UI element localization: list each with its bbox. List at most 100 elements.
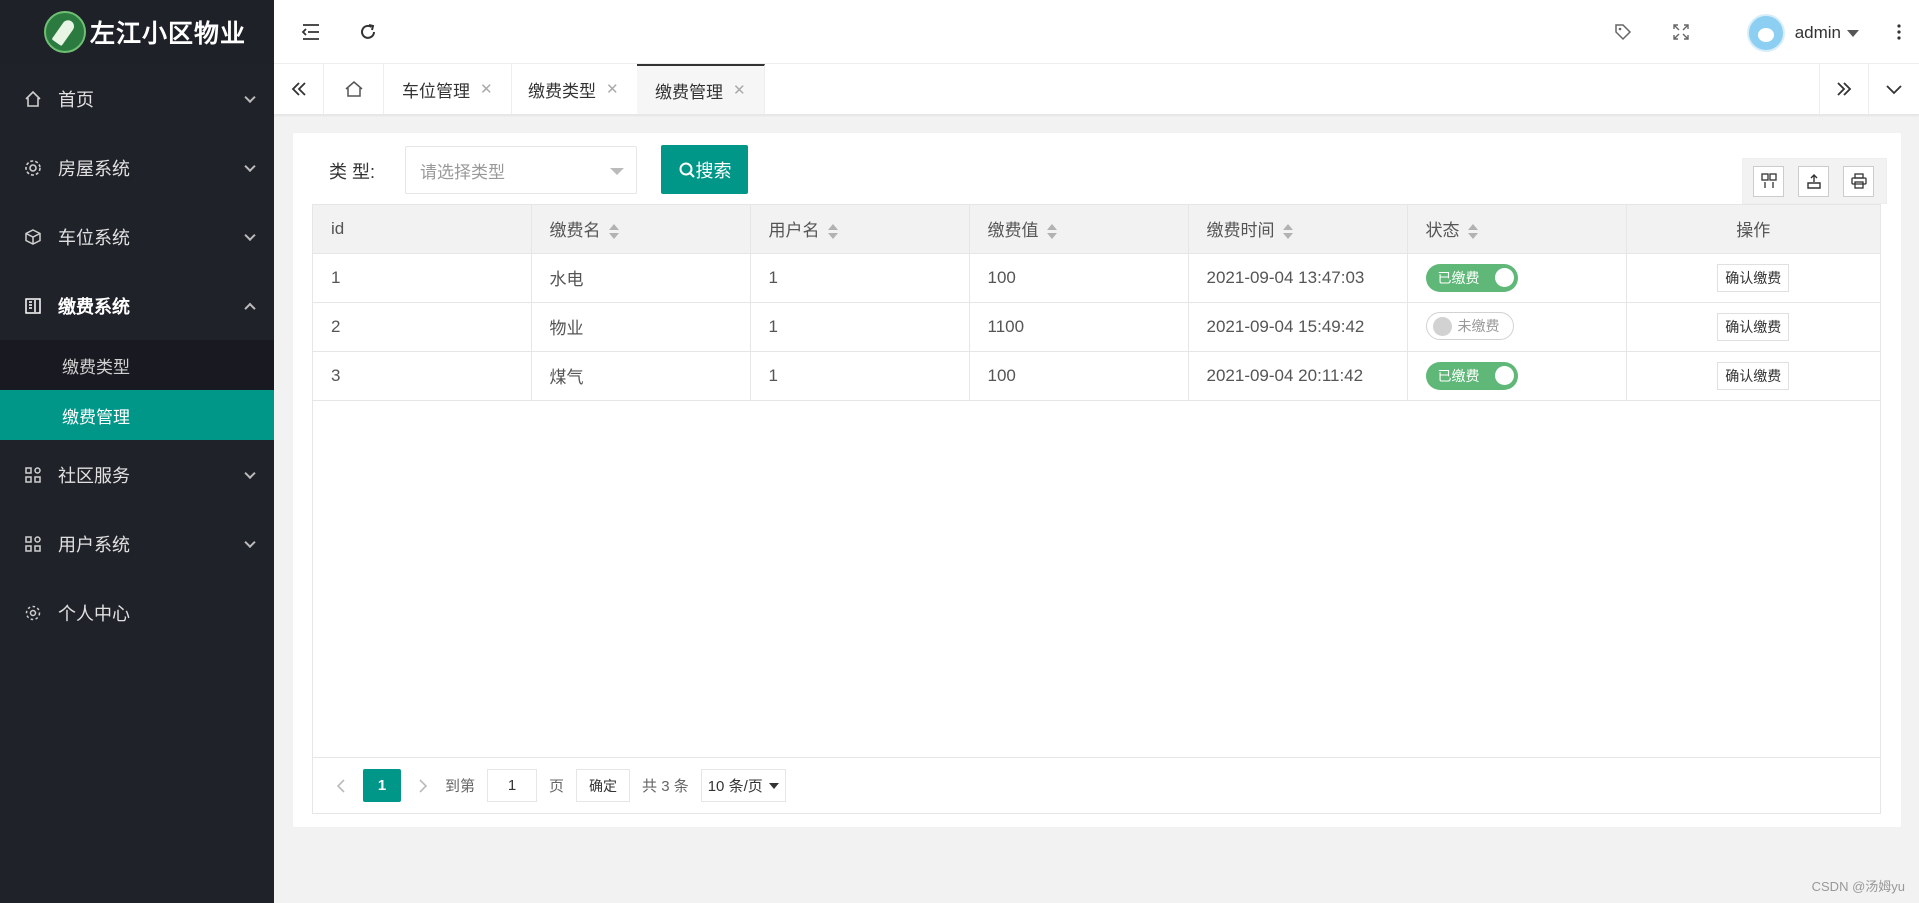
page-unit-label: 页 [549, 778, 565, 795]
status-toggle-label: 未缴费 [1457, 318, 1500, 335]
cell-time: 2021-09-04 15:49:42 [1188, 302, 1408, 352]
cell-id: 1 [313, 253, 532, 303]
user-menu[interactable]: admin [1746, 14, 1859, 52]
page-size-value: 10 条/页 [707, 778, 763, 795]
close-icon[interactable]: ✕ [480, 80, 493, 98]
page-size-select[interactable]: 10 条/页 [700, 769, 786, 802]
sort-icon[interactable] [827, 223, 838, 240]
refresh-icon[interactable] [354, 18, 382, 46]
sidebar-item-parking[interactable]: 车位系统 [0, 202, 274, 271]
sidebar-item-housing[interactable]: 房屋系统 [0, 133, 274, 202]
column-header-name[interactable]: 缴费名 [531, 205, 751, 254]
chevron-down-icon [244, 160, 256, 172]
tab-parking-management[interactable]: 车位管理 ✕ [384, 64, 512, 114]
chevron-up-icon [244, 302, 256, 314]
sidebar-item-profile[interactable]: 个人中心 [0, 578, 274, 647]
caret-down-icon [1847, 29, 1859, 37]
cell-value: 100 [969, 351, 1189, 401]
cell-name: 水电 [531, 253, 751, 303]
type-select[interactable]: 请选择类型 [405, 146, 637, 194]
print-icon[interactable] [1843, 165, 1874, 197]
sort-icon[interactable] [1282, 223, 1293, 240]
cell-name: 煤气 [531, 351, 751, 401]
sidebar-item-label: 缴费系统 [58, 296, 130, 317]
confirm-payment-button[interactable]: 确认缴费 [1717, 361, 1790, 390]
column-header-value[interactable]: 缴费值 [969, 205, 1189, 254]
toggle-knob [1494, 366, 1514, 385]
prev-page-icon[interactable] [331, 771, 351, 801]
search-button[interactable]: 搜索 [661, 145, 748, 194]
sidebar-nav: 首页 房屋系统 车位系统 缴费系统 缴费类型 缴费管理 社区服务 用户系统 个人… [0, 64, 274, 647]
goto-label: 到第 [445, 778, 476, 795]
sidebar-item-payment-types[interactable]: 缴费类型 [0, 340, 274, 390]
close-icon[interactable]: ✕ [733, 81, 746, 99]
confirm-payment-button[interactable]: 确认缴费 [1717, 312, 1790, 341]
tab-label: 缴费类型 [528, 81, 596, 101]
column-header-time[interactable]: 缴费时间 [1188, 205, 1408, 254]
sort-icon[interactable] [1467, 223, 1478, 240]
sidebar-item-users[interactable]: 用户系统 [0, 509, 274, 578]
tab-payment-types[interactable]: 缴费类型 ✕ [510, 64, 638, 114]
sidebar-item-community[interactable]: 社区服务 [0, 440, 274, 509]
columns-filter-icon[interactable] [1753, 165, 1784, 197]
cell-value: 100 [969, 253, 1189, 303]
chevron-down-icon [244, 467, 256, 479]
column-header-actions: 操作 [1626, 205, 1880, 254]
sidebar-item-home[interactable]: 首页 [0, 64, 274, 133]
sort-icon[interactable] [608, 223, 619, 240]
sidebar-item-payment-management[interactable]: 缴费管理 [0, 390, 274, 440]
tabs-menu-chevron-icon[interactable] [1869, 64, 1919, 114]
payment-submenu: 缴费类型 缴费管理 [0, 340, 274, 440]
cell-user: 1 [750, 351, 970, 401]
cell-value: 1100 [969, 302, 1189, 352]
cell-id: 3 [313, 351, 532, 401]
status-toggle[interactable]: 未缴费 [1425, 312, 1514, 341]
column-header-status[interactable]: 状态 [1407, 205, 1627, 254]
cell-id: 2 [313, 302, 532, 352]
search-button-label: 搜索 [695, 160, 732, 181]
sidebar-item-label: 房屋系统 [58, 158, 130, 179]
sidebar-item-label: 社区服务 [58, 465, 130, 486]
logo[interactable]: 左江小区物业 [0, 0, 274, 64]
tab-home[interactable] [324, 64, 384, 114]
status-toggle[interactable]: 已缴费 [1425, 361, 1518, 390]
fullscreen-icon[interactable] [1667, 18, 1695, 46]
status-toggle-label: 已缴费 [1437, 269, 1480, 286]
table-row: 3 煤气 1 100 2021-09-04 20:11:42 已缴费 确认缴费 [313, 351, 1880, 401]
next-page-icon[interactable] [413, 771, 433, 801]
table-row: 1 水电 1 100 2021-09-04 13:47:03 已缴费 确认缴费 [313, 253, 1880, 303]
status-toggle[interactable]: 已缴费 [1425, 263, 1518, 292]
collapse-menu-icon[interactable] [297, 18, 325, 46]
book-icon [24, 297, 42, 315]
confirm-payment-button[interactable]: 确认缴费 [1717, 263, 1790, 292]
page-number-current[interactable]: 1 [363, 769, 401, 802]
cell-user: 1 [750, 253, 970, 303]
chevron-down-icon [244, 91, 256, 103]
tab-label: 缴费管理 [655, 82, 723, 102]
home-icon [24, 90, 42, 108]
tabs-scroll-left-icon[interactable] [274, 64, 324, 114]
goto-page-input[interactable] [487, 769, 538, 802]
main-card: 类 型: 请选择类型 搜索 id 缴费名 用户名 缴费值 缴费时间 状态 操作 … [293, 133, 1901, 827]
total-count: 共 3 条 [642, 778, 689, 795]
close-icon[interactable]: ✕ [606, 80, 619, 98]
cell-user: 1 [750, 302, 970, 352]
apps-icon [24, 535, 42, 553]
search-icon [679, 162, 695, 178]
goto-confirm-button[interactable]: 确定 [576, 769, 631, 802]
cell-time: 2021-09-04 13:47:03 [1188, 253, 1408, 303]
tabs-scroll-right-icon[interactable] [1819, 64, 1869, 114]
sidebar-item-payment[interactable]: 缴费系统 [0, 271, 274, 340]
username: admin [1794, 23, 1841, 42]
type-select-placeholder: 请选择类型 [420, 162, 505, 182]
app-title: 左江小区物业 [90, 20, 247, 48]
type-label: 类 型: [329, 162, 376, 182]
gear-icon [24, 159, 42, 177]
sort-icon[interactable] [1046, 223, 1057, 240]
export-icon[interactable] [1798, 165, 1829, 197]
chevron-down-icon [244, 536, 256, 548]
column-header-user[interactable]: 用户名 [750, 205, 970, 254]
tag-icon[interactable] [1609, 18, 1637, 46]
more-vertical-icon[interactable] [1885, 18, 1913, 46]
tab-payment-management[interactable]: 缴费管理 ✕ [637, 64, 765, 114]
